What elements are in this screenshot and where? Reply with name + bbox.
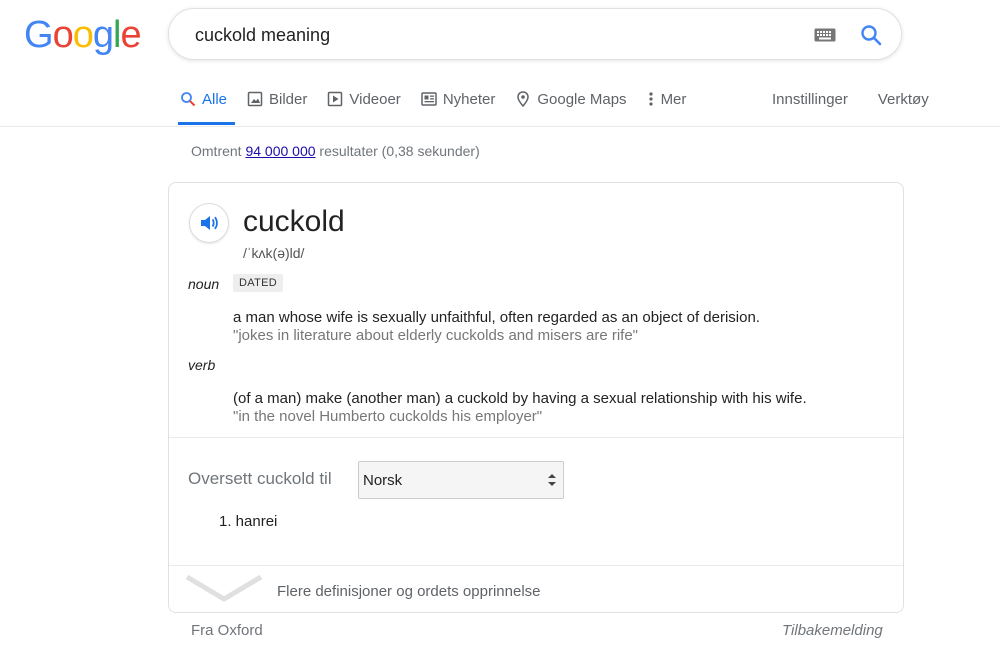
part-of-speech: verb: [188, 357, 216, 373]
tab-news[interactable]: Nyheter: [421, 80, 496, 118]
image-icon: [247, 91, 263, 107]
example: "jokes in literature about elderly cucko…: [233, 327, 638, 344]
google-logo[interactable]: Google: [24, 14, 142, 57]
tab-label: Bilder: [269, 90, 308, 108]
feedback-link[interactable]: Tilbakemelding: [782, 622, 883, 639]
stats-prefix: Omtrent: [191, 143, 246, 159]
logo-letter: G: [24, 14, 54, 56]
speaker-icon: [201, 216, 218, 230]
logo-letter: o: [72, 14, 94, 56]
tools-link[interactable]: Verktøy: [878, 80, 929, 118]
stats-suffix: resultater (0,38 sekunder): [315, 143, 480, 159]
tab-label: Mer: [660, 90, 687, 108]
logo-letter: o: [52, 14, 74, 56]
card-divider: [169, 437, 903, 438]
result-stats: Omtrent 94 000 000 resultater (0,38 seku…: [191, 143, 480, 159]
pronunciation-button[interactable]: [189, 203, 229, 243]
search-tabs: Alle Bilder Videoer Nyheter Google Maps …: [177, 80, 706, 126]
usage-badge: DATED: [233, 274, 283, 292]
search-box: [168, 8, 902, 60]
search-input[interactable]: [195, 23, 795, 47]
result-count-link[interactable]: 94 000 000: [245, 143, 315, 159]
dictionary-word: cuckold: [243, 205, 345, 238]
language-select[interactable]: Norsk: [358, 461, 564, 499]
logo-letter: g: [92, 14, 114, 56]
search-tools: Innstillinger Verktøy: [772, 80, 929, 118]
translation-item: 1. hanrei: [219, 513, 278, 530]
keyboard-icon[interactable]: [814, 28, 836, 42]
definition: a man whose wife is sexually unfaithful,…: [233, 309, 760, 326]
tab-images[interactable]: Bilder: [247, 80, 307, 118]
dictionary-card: cuckold /ˈkʌk(ə)ld/ noun DATED a man who…: [168, 182, 904, 613]
tab-label: Alle: [202, 90, 228, 108]
tab-more[interactable]: Mer: [647, 80, 687, 118]
select-arrows-icon: [548, 474, 556, 486]
more-definitions-button[interactable]: Flere definisjoner og ordets opprinnelse: [185, 571, 895, 605]
tab-label: Nyheter: [442, 90, 496, 108]
tab-maps[interactable]: Google Maps: [515, 80, 627, 118]
tab-label: Videoer: [349, 90, 401, 108]
translate-label: Oversett cuckold til: [188, 469, 332, 488]
settings-link[interactable]: Innstillinger: [772, 80, 848, 118]
language-value: Norsk: [363, 472, 403, 489]
logo-letter: e: [120, 14, 141, 56]
example: "in the novel Humberto cuckolds his empl…: [233, 408, 543, 425]
header-divider: [0, 126, 1000, 127]
map-pin-icon: [517, 91, 530, 107]
news-icon: [421, 92, 437, 106]
tab-label: Google Maps: [537, 90, 627, 108]
phonetic: /ˈkʌk(ə)ld/: [243, 245, 305, 261]
chevron-down-icon: [185, 575, 263, 602]
more-definitions-label: Flere definisjoner og ordets opprinnelse: [277, 583, 541, 600]
definition: (of a man) make (another man) a cuckold …: [233, 390, 807, 407]
source-label: Fra Oxford: [191, 622, 263, 639]
card-divider: [169, 565, 903, 566]
tab-videos[interactable]: Videoer: [327, 80, 401, 118]
search-icon[interactable]: [859, 23, 883, 47]
tab-all[interactable]: Alle: [177, 80, 236, 125]
part-of-speech: noun: [188, 276, 220, 292]
search-icon: [181, 92, 196, 107]
more-vert-icon: [648, 92, 653, 106]
video-icon: [328, 91, 343, 107]
logo-letter: l: [112, 14, 122, 56]
